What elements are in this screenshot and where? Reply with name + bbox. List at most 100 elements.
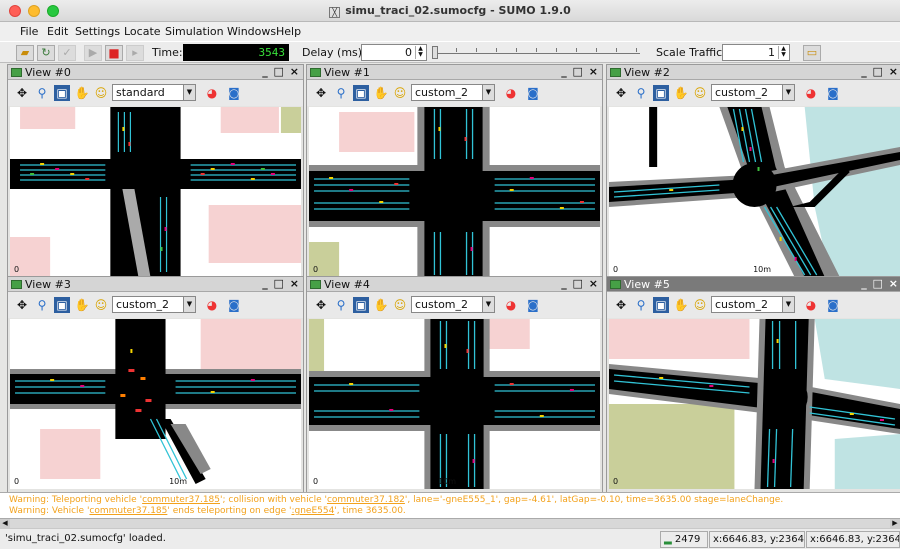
- zoom-icon[interactable]: ⚲: [633, 85, 649, 101]
- zoom-icon[interactable]: ⚲: [333, 85, 349, 101]
- edit-coloring-icon[interactable]: ◕: [803, 297, 819, 313]
- scale-traffic-input[interactable]: 1 ▲ ▼: [722, 44, 790, 61]
- zoom-icon[interactable]: ⚲: [333, 297, 349, 313]
- screenshot-icon[interactable]: ◙: [525, 85, 541, 101]
- view-window-controls[interactable]: _ □ ×: [861, 277, 899, 290]
- view-window-controls[interactable]: _ □ ×: [861, 65, 899, 78]
- view-window-controls[interactable]: _ □ ×: [262, 277, 300, 290]
- edit-coloring-icon[interactable]: ◕: [204, 297, 220, 313]
- delay-slider-handle[interactable]: [432, 46, 438, 59]
- delay-input[interactable]: 0 ▲ ▼: [361, 44, 427, 61]
- tooltip-icon[interactable]: ☺: [93, 85, 109, 101]
- view-0-window[interactable]: View #0 _ □ × ✥ ⚲ ▣ ✋ ☺ standard ▼ ◕ ◙ 0: [7, 64, 304, 282]
- menu-file[interactable]: File: [20, 25, 38, 38]
- color-scheme-select[interactable]: custom_2 ▼: [411, 296, 495, 313]
- reload-icon[interactable]: ↻: [37, 45, 55, 61]
- color-scheme-select[interactable]: custom_2 ▼: [411, 84, 495, 101]
- view-1-map-canvas[interactable]: 0: [309, 107, 600, 277]
- recenter-icon[interactable]: ✥: [14, 297, 30, 313]
- recenter-icon[interactable]: ✥: [613, 297, 629, 313]
- edit-coloring-icon[interactable]: ◕: [204, 85, 220, 101]
- hand-icon[interactable]: ✋: [673, 85, 689, 101]
- hand-icon[interactable]: ✋: [373, 85, 389, 101]
- view-window-controls[interactable]: _ □ ×: [561, 65, 599, 78]
- view-4-map-canvas[interactable]: 0 10m: [309, 319, 600, 489]
- color-scheme-select[interactable]: custom_2 ▼: [711, 84, 795, 101]
- recenter-icon[interactable]: ✥: [313, 297, 329, 313]
- view-icon: [11, 280, 22, 289]
- menu-locate[interactable]: Locate: [124, 25, 161, 38]
- scale-traffic-spinner[interactable]: ▲ ▼: [778, 46, 788, 59]
- zoom-icon[interactable]: ⚲: [34, 85, 50, 101]
- view-3-window[interactable]: View #3 _ □ × ✥ ⚲ ▣ ✋ ☺ custom_2 ▼ ◕ ◙ 0…: [7, 276, 304, 494]
- zoom-icon[interactable]: ⚲: [34, 297, 50, 313]
- menu-help[interactable]: Help: [276, 25, 301, 38]
- locate-icon[interactable]: ▣: [54, 297, 70, 313]
- locate-icon[interactable]: ▣: [353, 85, 369, 101]
- close-file-icon[interactable]: ✓: [58, 45, 76, 61]
- step-button[interactable]: ▸: [126, 45, 144, 61]
- menu-edit[interactable]: Edit: [47, 25, 68, 38]
- view-2-window[interactable]: View #2 _ □ × ✥ ⚲ ▣ ✋ ☺ custom_2 ▼ ◕ ◙ 0…: [606, 64, 900, 282]
- hand-icon[interactable]: ✋: [74, 85, 90, 101]
- edge-link[interactable]: :gneE554: [291, 506, 334, 516]
- vehicle-link[interactable]: commuter37.185: [89, 506, 167, 516]
- screenshot-icon[interactable]: ◙: [226, 297, 242, 313]
- color-scheme-select[interactable]: standard ▼: [112, 84, 196, 101]
- locate-icon[interactable]: ▣: [353, 297, 369, 313]
- vehicle-link[interactable]: commuter37.182: [327, 495, 405, 505]
- tooltip-icon[interactable]: ☺: [392, 85, 408, 101]
- tooltip-icon[interactable]: ☺: [93, 297, 109, 313]
- warning-message-1: Warning: Teleporting vehicle 'commuter37…: [9, 495, 784, 505]
- color-scheme-select[interactable]: custom_2 ▼: [711, 296, 795, 313]
- hand-icon[interactable]: ✋: [74, 297, 90, 313]
- tooltip-icon[interactable]: ☺: [392, 297, 408, 313]
- hand-icon[interactable]: ✋: [673, 297, 689, 313]
- edit-coloring-icon[interactable]: ◕: [503, 85, 519, 101]
- screenshot-icon[interactable]: ◙: [525, 297, 541, 313]
- screenshot-icon[interactable]: ◙: [825, 85, 841, 101]
- scroll-left-icon[interactable]: ◀: [0, 519, 10, 528]
- delay-spinner[interactable]: ▲ ▼: [415, 46, 425, 59]
- menu-windows[interactable]: Windows: [227, 25, 276, 38]
- view-window-controls[interactable]: _ □ ×: [561, 277, 599, 290]
- chevron-down-icon: ▼: [183, 85, 195, 100]
- edit-coloring-icon[interactable]: ◕: [803, 85, 819, 101]
- menu-simulation[interactable]: Simulation: [165, 25, 224, 38]
- view-5-window[interactable]: View #5 _ □ × ✥ ⚲ ▣ ✋ ☺ custom_2 ▼ ◕ ◙ 0: [606, 276, 900, 494]
- view-3-map-canvas[interactable]: 0 10m: [10, 319, 301, 489]
- tooltip-icon[interactable]: ☺: [692, 297, 708, 313]
- recenter-icon[interactable]: ✥: [313, 85, 329, 101]
- view-4-window[interactable]: View #4 _ □ × ✥ ⚲ ▣ ✋ ☺ custom_2 ▼ ◕ ◙ 0…: [306, 276, 603, 494]
- hand-icon[interactable]: ✋: [373, 297, 389, 313]
- locate-icon[interactable]: ▣: [653, 297, 669, 313]
- color-scheme-select[interactable]: custom_2 ▼: [112, 296, 196, 313]
- view-5-map-canvas[interactable]: 0: [609, 319, 900, 489]
- recenter-icon[interactable]: ✥: [613, 85, 629, 101]
- message-horizontal-scrollbar[interactable]: ◀ ▶: [0, 518, 900, 528]
- tooltip-icon[interactable]: ☺: [692, 85, 708, 101]
- run-button[interactable]: ▶: [84, 45, 102, 61]
- delay-label: Delay (ms):: [302, 46, 366, 59]
- edit-coloring-icon[interactable]: ◕: [503, 297, 519, 313]
- view-1-window[interactable]: View #1 _ □ × ✥ ⚲ ▣ ✋ ☺ custom_2 ▼ ◕ ◙ 0: [306, 64, 603, 282]
- menu-settings[interactable]: Settings: [75, 25, 120, 38]
- view-2-toolbar: ✥ ⚲ ▣ ✋ ☺ custom_2 ▼ ◕ ◙: [607, 80, 900, 106]
- stop-button[interactable]: ■: [105, 45, 123, 61]
- locate-icon[interactable]: ▣: [54, 85, 70, 101]
- open-folder-icon[interactable]: ▰: [16, 45, 34, 61]
- window-arrange-icon[interactable]: ▭: [803, 45, 821, 61]
- view-0-map-canvas[interactable]: 0: [10, 107, 301, 277]
- delay-slider[interactable]: [432, 46, 644, 60]
- scroll-right-icon[interactable]: ▶: [890, 519, 900, 528]
- vehicle-link[interactable]: commuter37.185: [142, 495, 220, 505]
- screenshot-icon[interactable]: ◙: [825, 297, 841, 313]
- sumo-app-icon: ╳: [329, 7, 341, 18]
- view-window-controls[interactable]: _ □ ×: [262, 65, 300, 78]
- view-2-map-canvas[interactable]: 0 10m: [609, 107, 900, 277]
- locate-icon[interactable]: ▣: [653, 85, 669, 101]
- recenter-icon[interactable]: ✥: [14, 85, 30, 101]
- view-icon: [310, 280, 321, 289]
- screenshot-icon[interactable]: ◙: [226, 85, 242, 101]
- zoom-icon[interactable]: ⚲: [633, 297, 649, 313]
